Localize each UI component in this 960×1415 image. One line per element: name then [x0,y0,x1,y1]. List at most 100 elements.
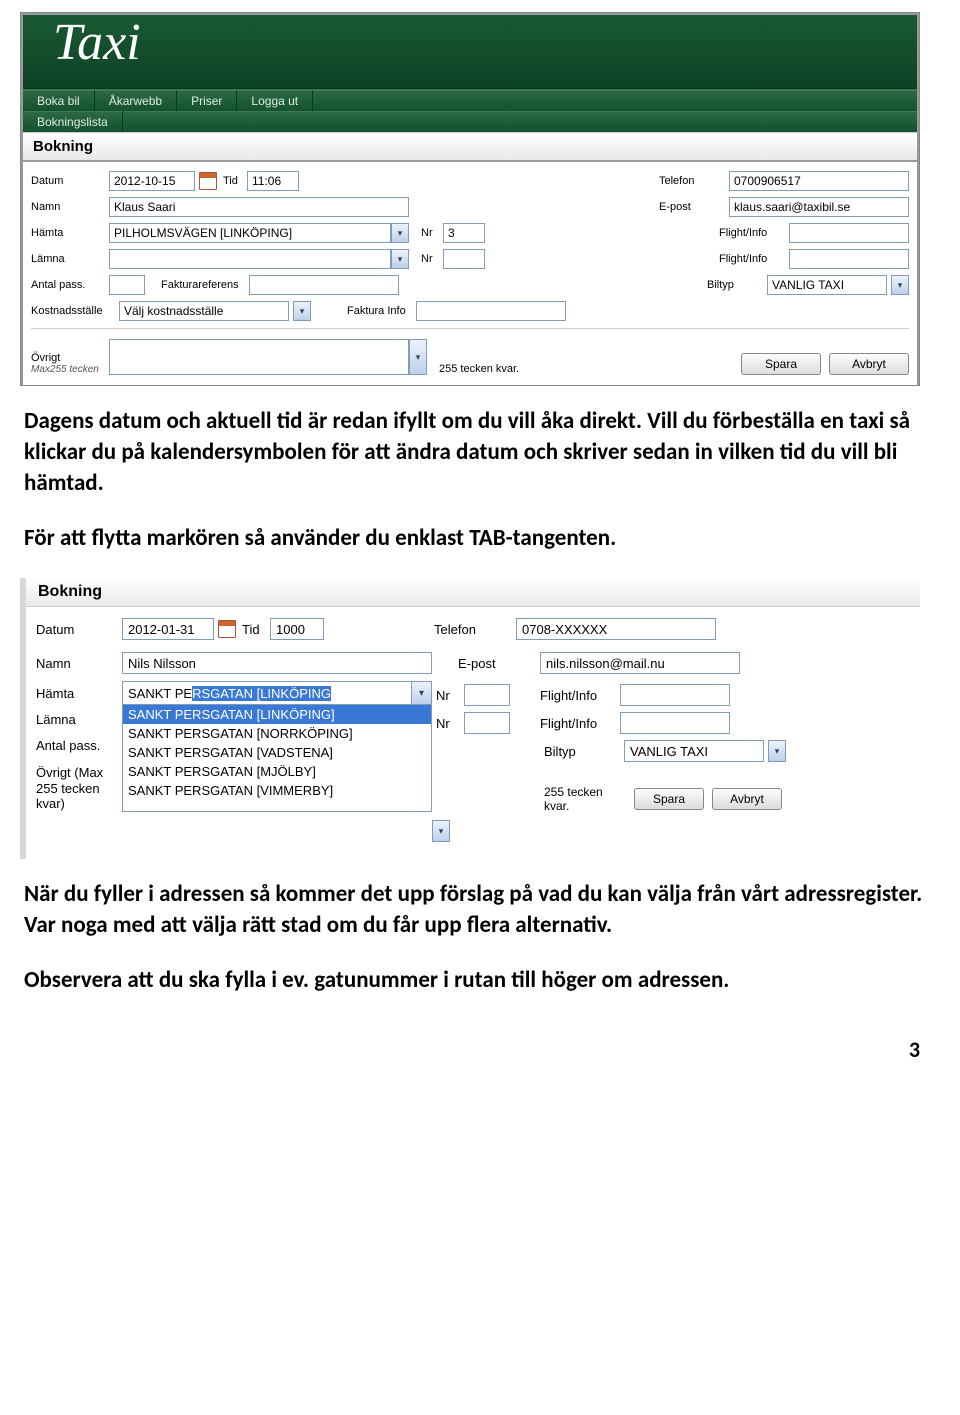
lbl-tid: Tid [242,622,270,637]
epost-field[interactable] [540,652,740,674]
tab-boka-bil[interactable]: Boka bil [23,90,95,111]
calendar-icon[interactable] [199,172,217,190]
lbl-tid: Tid [223,175,247,187]
tab-logga-ut[interactable]: Logga ut [237,90,313,111]
ovrigt-field[interactable] [109,339,409,375]
nr2-field[interactable] [464,712,510,734]
booking-app-screenshot-1: Taxi Boka bil Åkarwebb Priser Logga ut B… [20,12,920,386]
lbl-epost: E-post [659,201,729,213]
nav-row-1: Boka bil Åkarwebb Priser Logga ut [23,89,917,111]
lbl-hamta: Hämta [36,681,122,707]
fakinfo-field[interactable] [416,301,566,321]
dropdown-item[interactable]: SANKT PERSGATAN [NORRKÖPING] [123,724,431,743]
paragraph-1: Dagens datum och aktuell tid är redan if… [24,406,936,499]
calendar-icon[interactable] [218,620,236,638]
dropdown-item[interactable]: SANKT PERSGATAN [VIMMERBY] [123,781,431,800]
lbl-antal: Antal pass. [36,733,122,759]
chevron-down-icon[interactable]: ▾ [391,223,409,243]
lbl-biltyp: Biltyp [544,744,624,759]
antal-field[interactable] [109,275,145,295]
taxi-logo: Taxi [53,17,141,69]
tid-field[interactable] [270,618,324,640]
lbl-lamna: Lämna [36,707,122,733]
tab-priser[interactable]: Priser [177,90,237,111]
hamta-dropdown[interactable]: SANKT PERSGATAN [LINKÖPING ▾ SANKT PERSG… [122,681,432,812]
section-title: Bokning [26,578,920,607]
namn-field[interactable] [109,197,409,217]
nr2-field[interactable] [443,249,485,269]
lbl-flight2: Flight/Info [540,716,620,731]
dropdown-item[interactable]: SANKT PERSGATAN [MJÖLBY] [123,762,431,781]
booking-app-screenshot-2: Bokning Datum Tid Telefon Namn E-post [20,578,920,859]
lbl-flight1: Flight/Info [719,227,789,239]
paragraph-2: För att flytta markören så använder du e… [24,523,936,554]
lbl-nr1: Nr [436,688,464,703]
flight2-field[interactable] [620,712,730,734]
dropdown-list: SANKT PERSGATAN [LINKÖPING] SANKT PERSGA… [123,704,431,800]
flight1-field[interactable] [789,223,909,243]
paragraph-3: När du fyller i adressen så kommer det u… [24,879,936,941]
tid-field[interactable] [247,171,299,191]
lbl-faktref: Fakturareferens [145,279,243,291]
save-button[interactable]: Spara [741,353,821,375]
cancel-button[interactable]: Avbryt [712,788,782,810]
telefon-field[interactable] [516,618,716,640]
lbl-telefon: Telefon [434,622,516,637]
biltyp-field[interactable] [624,740,764,762]
nr1-field[interactable] [443,223,485,243]
lbl-nr2: Nr [436,716,464,731]
chevron-down-icon[interactable]: ▾ [391,249,409,269]
lbl-lamna: Lämna [31,253,109,265]
biltyp-field[interactable] [767,275,887,295]
chevron-down-icon[interactable]: ▾ [891,275,909,295]
hamta-input[interactable]: SANKT PERSGATAN [LINKÖPING [123,684,411,703]
faktref-field[interactable] [249,275,399,295]
nr1-field[interactable] [464,684,510,706]
datum-field[interactable] [122,618,214,640]
dropdown-item[interactable]: SANKT PERSGATAN [LINKÖPING] [123,705,431,724]
dropdown-item[interactable]: SANKT PERSGATAN [VADSTENA] [123,743,431,762]
lbl-kostst: Kostnadsställe [31,305,119,317]
save-button[interactable]: Spara [634,788,704,810]
lbl-flight2: Flight/Info [719,253,789,265]
hamta-field[interactable] [109,223,391,243]
nav-row-2: Bokningslista [23,111,917,132]
section-title: Bokning [23,132,917,162]
lbl-namn: Namn [36,656,122,671]
lbl-nr2: Nr [409,253,443,265]
chevron-down-icon[interactable]: ▾ [293,301,311,321]
namn-field[interactable] [122,652,432,674]
lbl-datum: Datum [36,622,122,637]
lbl-telefon: Telefon [659,175,729,187]
tab-akarwebb[interactable]: Åkarwebb [95,90,177,111]
lbl-nr1: Nr [409,227,443,239]
telefon-field[interactable] [729,171,909,191]
chevron-down-icon[interactable]: ▾ [411,682,431,704]
chevron-down-icon[interactable]: ▾ [409,339,427,375]
lbl-epost: E-post [458,656,540,671]
lbl-namn: Namn [31,201,109,213]
lbl-flight1: Flight/Info [540,688,620,703]
chars-left: 255 tecken kvar. [427,363,523,375]
lbl-ovrigt: Övrigt (Max 255 tecken kvar) [36,765,122,812]
cancel-button[interactable]: Avbryt [829,353,909,375]
lbl-datum: Datum [31,175,109,187]
lbl-biltyp: Biltyp [707,279,767,291]
lbl-hamta: Hämta [31,227,109,239]
kostst-field[interactable] [119,301,289,321]
flight1-field[interactable] [620,684,730,706]
tab-bokningslista[interactable]: Bokningslista [23,111,123,132]
flight2-field[interactable] [789,249,909,269]
page-number: 3 [10,1036,920,1063]
lamna-field[interactable] [109,249,391,269]
lbl-fakinfo: Faktura Info [311,305,410,317]
paragraph-4: Observera att du ska fylla i ev. gatunum… [24,965,936,996]
lbl-ovrigt: Övrigt [31,352,109,364]
app-header: Taxi [23,15,917,89]
datum-field[interactable] [109,171,195,191]
max255-note: Max255 tecken [31,364,109,375]
chevron-down-icon[interactable]: ▾ [432,820,450,842]
epost-field[interactable] [729,197,909,217]
chevron-down-icon[interactable]: ▾ [768,740,786,762]
chars-left: 255 tecken kvar. [544,785,634,813]
